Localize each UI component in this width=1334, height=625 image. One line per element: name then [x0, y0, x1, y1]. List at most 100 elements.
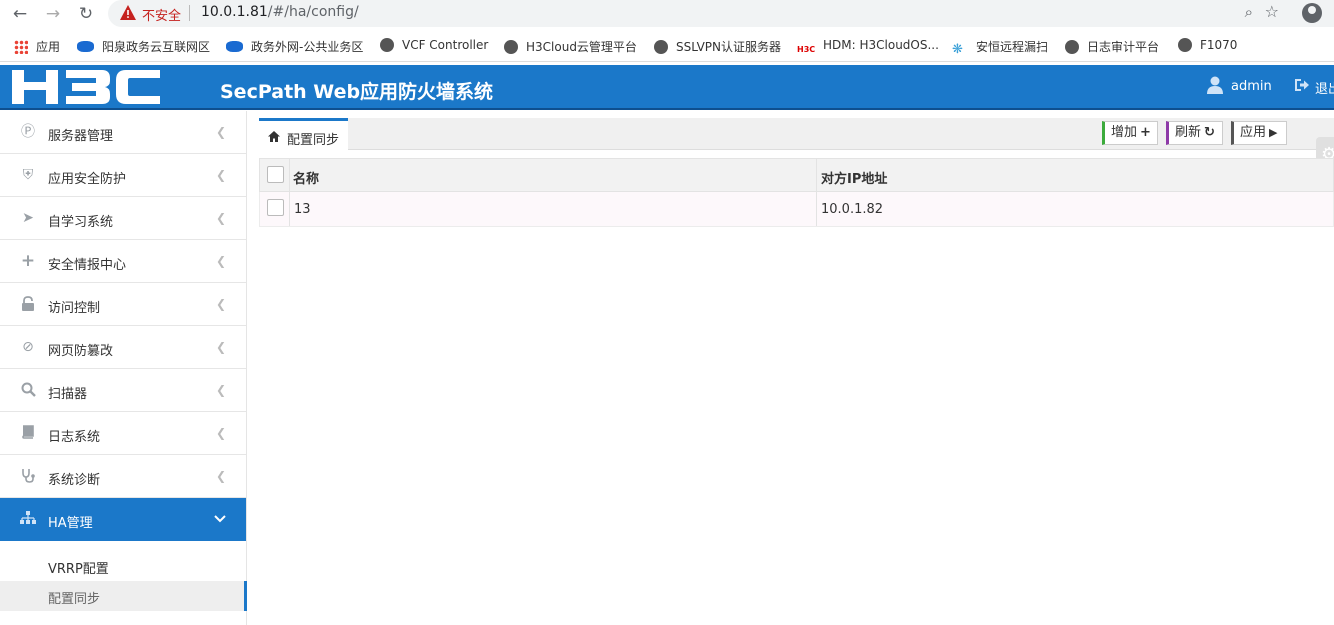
chevron-left-icon: ❮ [215, 340, 226, 354]
bookmark-sslvpn[interactable]: SSLVPN认证服务器 [654, 38, 781, 55]
bookmark-label: 阳泉政务云互联网区 [102, 40, 211, 54]
column-header-name[interactable]: 名称 [293, 168, 319, 187]
globe-icon [380, 38, 394, 52]
sidebar-subitem-label: 配置同步 [48, 592, 101, 607]
chevron-left-icon: ❮ [215, 426, 226, 440]
sidebar-item-label: 网页防篡改 [48, 344, 114, 359]
server-icon: Ⓟ [21, 124, 35, 140]
cloud-icon [226, 41, 243, 52]
table-row[interactable]: 13 10.0.1.82 [259, 192, 1334, 227]
home-icon [268, 131, 280, 142]
refresh-icon: ↻ [1204, 125, 1215, 140]
search-icon [20, 382, 36, 398]
url-host: 10.0.1.81 [201, 4, 268, 20]
ban-icon: ⊘ [22, 339, 34, 355]
bookmark-yangquan[interactable]: 阳泉政务云互联网区 [77, 38, 210, 55]
globe-icon [654, 40, 668, 54]
security-label: 不安全 [142, 9, 182, 24]
apps-grid-icon [14, 40, 28, 54]
refresh-button-label: 刷新 [1175, 125, 1202, 140]
chevron-left-icon: ❮ [215, 254, 226, 268]
logout-icon[interactable] [1294, 77, 1310, 93]
globe-icon [1178, 38, 1192, 52]
select-all-checkbox[interactable] [267, 166, 284, 183]
column-divider [289, 192, 290, 226]
bookmarks-bar: 应用 阳泉政务云互联网区 政务外网-公共业务区 VCF Controller H… [0, 28, 1334, 62]
bookmark-label: 政务外网-公共业务区 [251, 40, 364, 54]
column-divider [816, 159, 817, 191]
bookmark-anheng[interactable]: ❋ 安恒远程漏扫 [952, 38, 1048, 57]
bookmark-vcf[interactable]: VCF Controller [380, 38, 488, 52]
sidebar-subitem-config-sync[interactable]: 配置同步 [0, 581, 247, 611]
ha-submenu: VRRP配置 配置同步 [0, 541, 247, 625]
address-bar[interactable]: 不安全 10.0.1.81/#/ha/config/ ⌕ ☆ [108, 0, 1334, 27]
h3c-logo [12, 70, 160, 104]
bookmark-label: F1070 [1200, 38, 1238, 52]
sidebar-item-threat-intel[interactable]: + 安全情报中心 ❮ [0, 240, 246, 283]
tab-config-sync[interactable]: 配置同步 [259, 118, 348, 151]
globe-icon [1065, 40, 1079, 54]
sidebar: Ⓟ 服务器管理 ❮ ⛨ 应用安全防护 ❮ ➤ 自学习系统 ❮ + 安全情报中心 … [0, 111, 247, 625]
refresh-button[interactable]: 刷新 ↻ [1166, 121, 1223, 145]
sidebar-item-log-system[interactable]: 日志系统 ❮ [0, 412, 246, 455]
bookmark-label: 日志审计平台 [1087, 40, 1160, 54]
sidebar-item-label: 扫描器 [48, 387, 88, 402]
chevron-down-icon [214, 512, 226, 526]
bookmark-label: SSLVPN认证服务器 [676, 40, 782, 54]
warning-icon [120, 5, 136, 20]
chevron-left-icon: ❮ [215, 383, 226, 397]
bookmark-hdm[interactable]: H3C HDM: H3CloudOS... [797, 38, 939, 59]
profile-icon[interactable] [1302, 3, 1322, 23]
sidebar-item-ha-management[interactable]: HA管理 [0, 498, 246, 541]
sidebar-item-self-learning[interactable]: ➤ 自学习系统 ❮ [0, 197, 246, 240]
book-icon [20, 425, 36, 441]
bookmark-star-icon[interactable]: ☆ [1265, 2, 1279, 21]
cloud-icon [77, 41, 94, 52]
sidebar-item-label: 应用安全防护 [48, 172, 127, 187]
bookmark-label: H3Cloud云管理平台 [526, 40, 637, 54]
bookmark-h3cloud[interactable]: H3Cloud云管理平台 [504, 38, 637, 55]
sidebar-item-label: HA管理 [48, 516, 93, 531]
app-title: SecPath Web应用防火墙系统 [220, 81, 494, 103]
bookmark-audit[interactable]: 日志审计平台 [1065, 38, 1159, 55]
plus-icon: + [1140, 125, 1151, 140]
back-icon[interactable]: ← [10, 4, 30, 24]
cell-peer-ip: 10.0.1.82 [821, 202, 884, 217]
url-text[interactable]: 10.0.1.81/#/ha/config/ [201, 4, 359, 20]
zoom-icon[interactable]: ⌕ [1245, 3, 1253, 21]
stethoscope-icon [20, 468, 36, 484]
bookmark-label: HDM: H3CloudOS... [823, 38, 939, 52]
sidebar-item-access-control[interactable]: 访问控制 ❮ [0, 283, 246, 326]
user-icon [1207, 76, 1223, 94]
forward-icon[interactable]: → [43, 4, 63, 24]
sidebar-item-app-security[interactable]: ⛨ 应用安全防护 ❮ [0, 154, 246, 197]
sidebar-item-anti-tamper[interactable]: ⊘ 网页防篡改 ❮ [0, 326, 246, 369]
sidebar-item-diagnostics[interactable]: 系统诊断 ❮ [0, 455, 246, 498]
chevron-left-icon: ❮ [215, 125, 226, 139]
sidebar-subitem-vrrp[interactable]: VRRP配置 [0, 553, 246, 579]
bookmark-apps[interactable]: 应用 [14, 38, 60, 55]
app-header: SecPath Web应用防火墙系统 admin 退出 [0, 65, 1334, 110]
logout-button[interactable]: 退出 [1315, 78, 1334, 97]
user-name[interactable]: admin [1231, 79, 1272, 94]
bookmark-f1070[interactable]: F1070 [1178, 38, 1237, 52]
add-button[interactable]: 增加 + [1102, 121, 1158, 145]
column-divider [289, 159, 290, 191]
reload-icon[interactable]: ↻ [76, 4, 96, 24]
h3c-icon: H3C [797, 45, 816, 54]
sidebar-item-scanner[interactable]: 扫描器 ❮ [0, 369, 246, 412]
browser-toolbar: ← → ↻ 不安全 10.0.1.81/#/ha/config/ ⌕ ☆ [0, 0, 1334, 28]
sidebar-item-server-management[interactable]: Ⓟ 服务器管理 ❮ [0, 111, 246, 154]
tab-label: 配置同步 [287, 133, 340, 148]
bookmark-zhengwu[interactable]: 政务外网-公共业务区 [226, 38, 363, 55]
column-header-peer-ip[interactable]: 对方IP地址 [821, 168, 887, 187]
rocket-icon: ➤ [22, 210, 34, 226]
fan-icon: ❋ [952, 42, 963, 57]
url-path: /#/ha/config/ [267, 4, 359, 20]
row-checkbox[interactable] [267, 199, 284, 216]
sidebar-subitem-label: VRRP配置 [48, 562, 109, 577]
apply-button[interactable]: 应用 ▶ [1231, 121, 1287, 145]
lock-icon [20, 296, 36, 312]
chevron-left-icon: ❮ [215, 168, 226, 182]
chevron-left-icon: ❮ [215, 211, 226, 225]
